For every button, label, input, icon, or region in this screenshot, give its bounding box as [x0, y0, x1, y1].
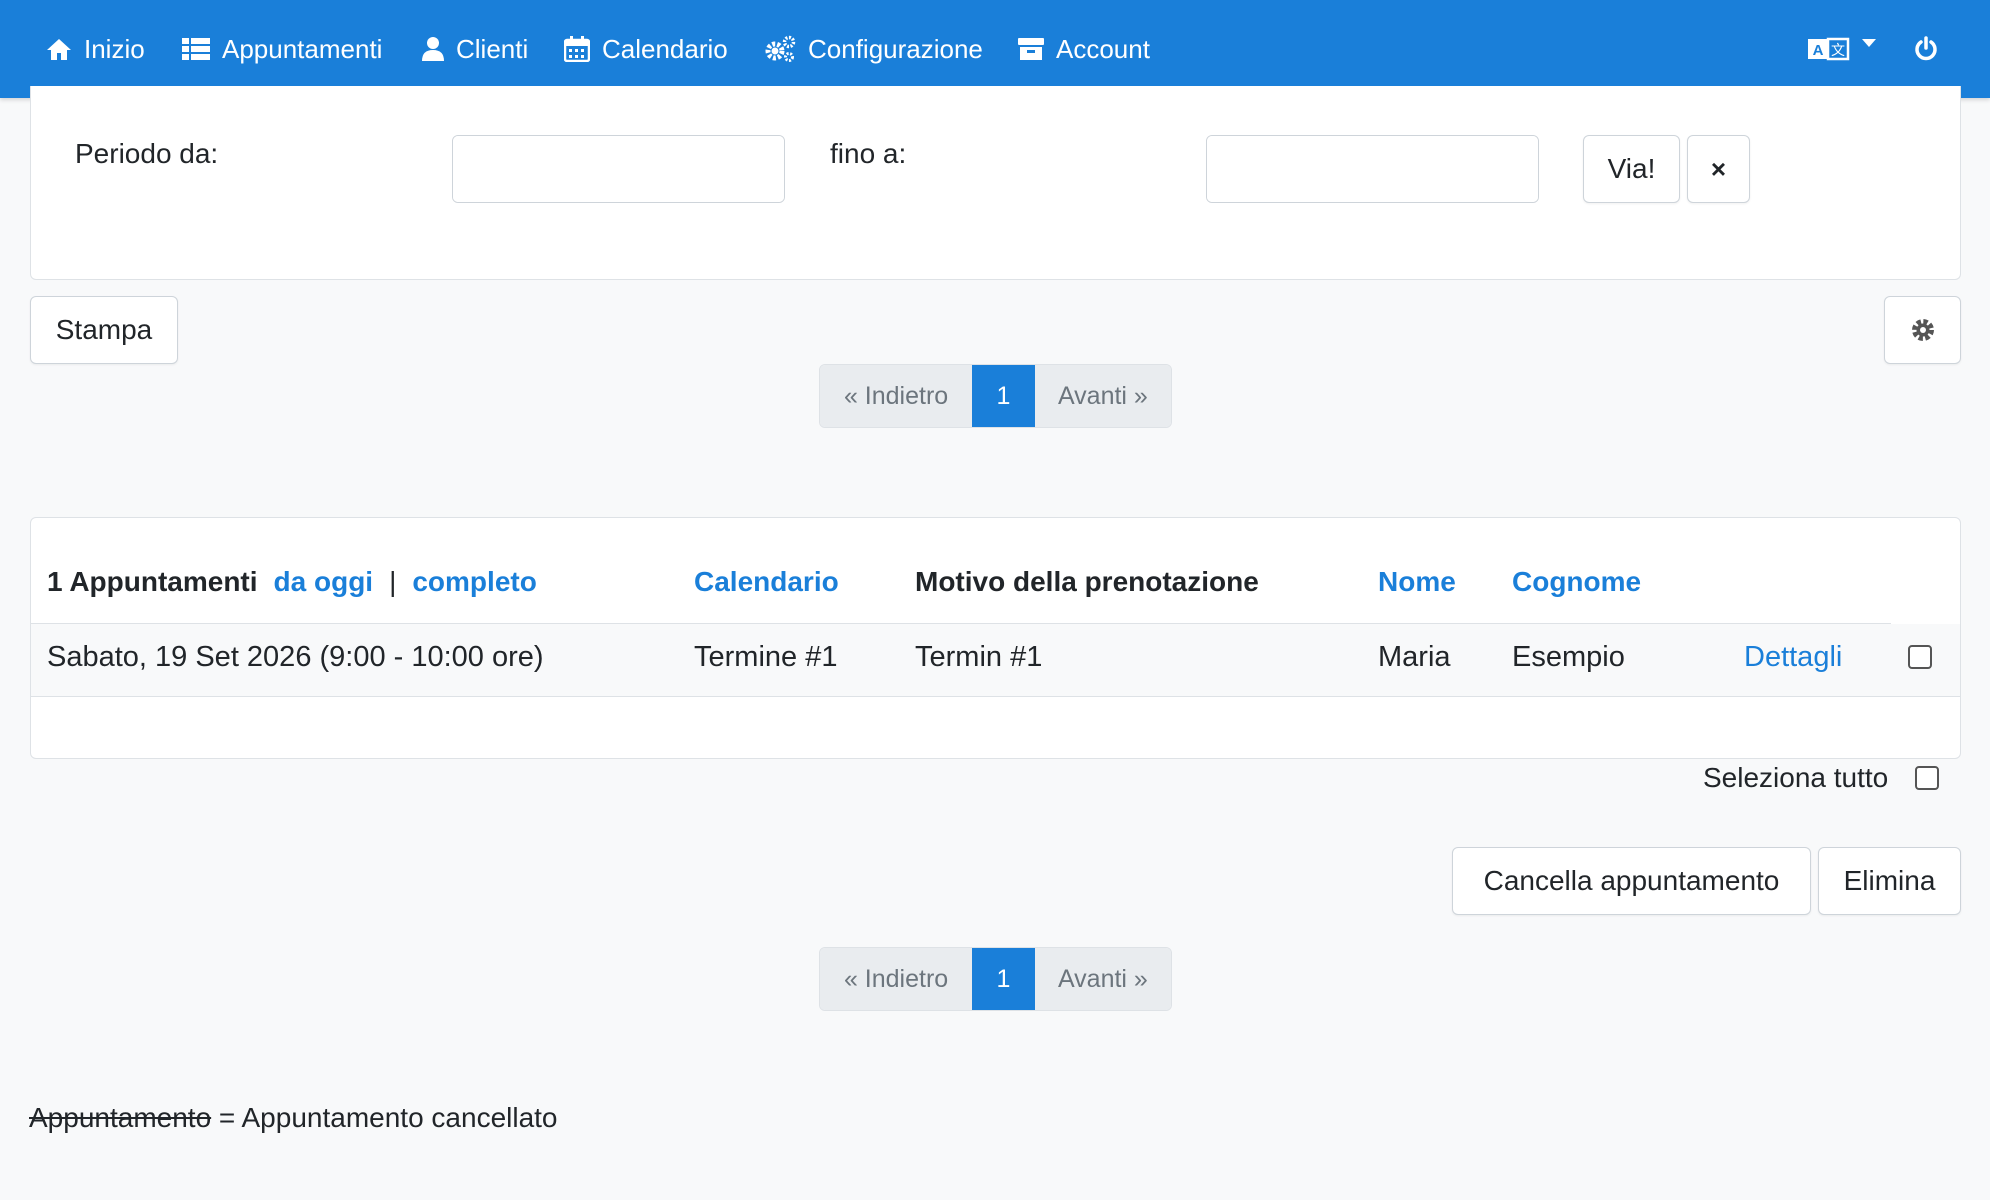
home-icon	[47, 39, 71, 60]
row-date: Sabato, 19 Set 2026 (9:00 - 10:00 ore)	[47, 641, 544, 673]
top-navbar: Inizio Appuntamenti Clienti Calendario C…	[0, 0, 1990, 98]
pagination-bottom: « Indietro 1 Avanti »	[819, 947, 1172, 1011]
svg-text:文: 文	[1831, 43, 1845, 59]
period-to-group	[1206, 135, 1539, 203]
cancel-appointment-button[interactable]: Cancella appuntamento	[1452, 847, 1811, 915]
pagination-prev[interactable]: « Indietro	[820, 365, 973, 427]
calendar-icon	[564, 36, 590, 62]
column-header-calendar[interactable]: Calendario	[694, 566, 839, 598]
settings-button[interactable]	[1884, 296, 1961, 364]
clear-filter-button[interactable]: ×	[1687, 135, 1750, 203]
row-first-name: Maria	[1378, 641, 1451, 673]
delete-button[interactable]: Elimina	[1818, 847, 1961, 915]
filter-card: Periodo da: fino a: Via! ×	[30, 86, 1961, 280]
nav-item-home[interactable]: Inizio	[46, 0, 145, 98]
nav-label-account: Account	[1056, 33, 1150, 64]
language-dropdown[interactable]: A文	[1808, 0, 1876, 98]
pagination-page[interactable]: 1	[972, 948, 1035, 1010]
nav-label-configuration: Configurazione	[808, 33, 983, 64]
appointments-count: 1 Appuntamenti	[47, 566, 258, 597]
legend: Appuntamento = Appuntamento cancellato	[29, 1102, 558, 1134]
row-reason: Termin #1	[915, 641, 1043, 673]
nav-item-account[interactable]: Account	[1018, 0, 1150, 98]
period-to-label: fino a:	[830, 138, 907, 169]
table-title-group: 1 Appuntamenti da oggi | completo	[47, 566, 537, 598]
filter-from-today-link[interactable]: da oggi	[274, 566, 374, 598]
nav-item-calendar[interactable]: Calendario	[564, 0, 728, 98]
period-from-input[interactable]	[453, 136, 784, 202]
nav-item-clients[interactable]: Clienti	[422, 0, 528, 98]
gear-icon	[1911, 319, 1934, 341]
appointments-table-card: 1 Appuntamenti da oggi | completo Calend…	[30, 517, 1961, 759]
period-from-label: Periodo da:	[75, 138, 219, 169]
power-icon	[1915, 36, 1937, 61]
title-separator: |	[389, 566, 397, 597]
print-button[interactable]: Stampa	[30, 296, 178, 364]
legend-struck-word: Appuntamento	[29, 1102, 212, 1133]
archive-icon	[1018, 38, 1044, 60]
column-header-reason: Motivo della prenotazione	[915, 566, 1259, 597]
period-to-input[interactable]	[1207, 136, 1538, 202]
nav-item-configuration[interactable]: Configurazione	[764, 0, 983, 98]
nav-label-calendar: Calendario	[602, 33, 728, 64]
go-button[interactable]: Via!	[1583, 135, 1680, 203]
pagination-page[interactable]: 1	[972, 365, 1035, 427]
pagination-prev[interactable]: « Indietro	[820, 948, 973, 1010]
logout-button[interactable]	[1914, 0, 1938, 98]
nav-item-appointments[interactable]: Appuntamenti	[182, 0, 382, 98]
select-all-checkbox[interactable]	[1915, 766, 1939, 790]
period-from-group	[452, 135, 785, 203]
svg-text:A: A	[1813, 42, 1824, 59]
row-last-name: Esempio	[1512, 641, 1625, 673]
row-calendar: Termine #1	[694, 641, 838, 673]
nav-label-clients: Clienti	[456, 33, 529, 64]
pagination-next[interactable]: Avanti »	[1034, 948, 1171, 1010]
language-icon: A文	[1808, 37, 1850, 61]
list-icon	[182, 38, 210, 60]
chevron-down-icon	[1862, 39, 1876, 47]
table-row: Sabato, 19 Set 2026 (9:00 - 10:00 ore) T…	[31, 624, 1960, 697]
pagination-top: « Indietro 1 Avanti »	[819, 364, 1172, 428]
legend-explanation: = Appuntamento cancellato	[211, 1102, 558, 1133]
row-details-link[interactable]: Dettagli	[1744, 641, 1842, 674]
user-icon	[422, 37, 444, 61]
cogs-icon	[765, 35, 796, 62]
pagination-next[interactable]: Avanti »	[1034, 365, 1171, 427]
nav-label-home: Inizio	[84, 33, 145, 64]
row-select-checkbox[interactable]	[1908, 645, 1932, 669]
column-header-last-name[interactable]: Cognome	[1512, 566, 1641, 598]
nav-label-appointments: Appuntamenti	[222, 33, 383, 64]
select-all-label: Seleziona tutto	[1703, 762, 1889, 793]
filter-complete-link[interactable]: completo	[412, 566, 536, 598]
column-header-first-name[interactable]: Nome	[1378, 566, 1456, 598]
